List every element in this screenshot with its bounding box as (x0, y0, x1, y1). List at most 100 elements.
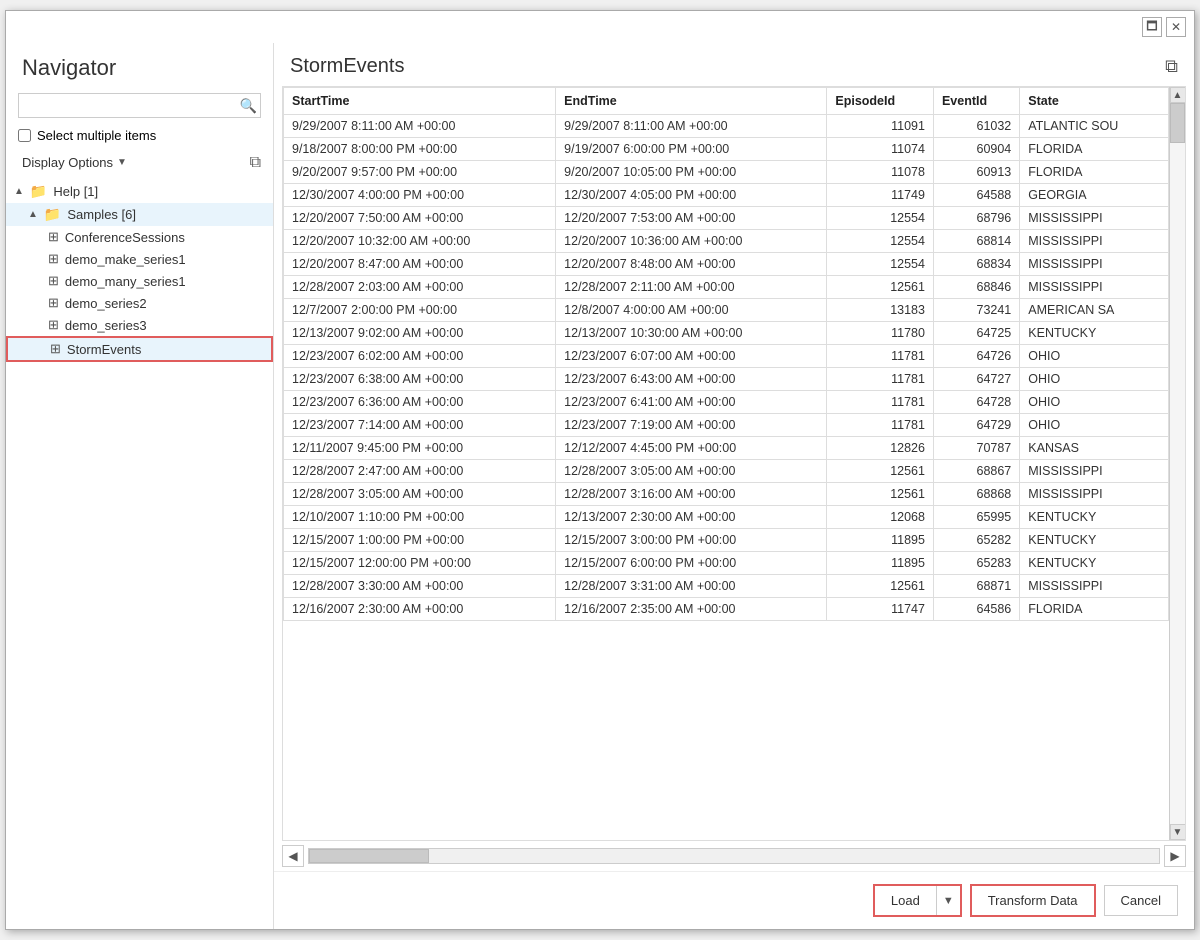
table-cell: 65995 (933, 506, 1019, 529)
table-cell: 64729 (933, 414, 1019, 437)
cancel-button[interactable]: Cancel (1104, 885, 1178, 916)
left-panel: Navigator 🔍 Select multiple items Displa… (6, 43, 274, 929)
table-cell: 11078 (827, 161, 934, 184)
scroll-up-button[interactable]: ▲ (1170, 87, 1186, 103)
table-cell: 9/29/2007 8:11:00 AM +00:00 (284, 115, 556, 138)
search-icon-button[interactable]: 🔍 (240, 97, 257, 114)
scroll-right-button[interactable]: ▶ (1164, 845, 1186, 867)
table-cell: 11895 (827, 552, 934, 575)
table-cell: FLORIDA (1020, 598, 1169, 621)
search-box-wrap: 🔍 (6, 89, 273, 126)
table-cell: AMERICAN SA (1020, 299, 1169, 322)
table-cell: 12/23/2007 7:14:00 AM +00:00 (284, 414, 556, 437)
load-button-wrap: Load ▼ (873, 884, 962, 917)
table-cell: 12/15/2007 3:00:00 PM +00:00 (556, 529, 827, 552)
table-cell: 11074 (827, 138, 934, 161)
tree-item-demo-series2[interactable]: ⊞ demo_series2 (6, 292, 273, 314)
tree-item-help[interactable]: ▲ 📁 Help [1] (6, 180, 273, 203)
select-multiple-row: Select multiple items (6, 126, 273, 149)
table-cell: 12/28/2007 3:05:00 AM +00:00 (556, 460, 827, 483)
tree-view: ▲ 📁 Help [1] ▲ 📁 Samples [6] ⊞ Conferenc… (6, 178, 273, 929)
tree-item-demo-series3[interactable]: ⊞ demo_series3 (6, 314, 273, 336)
table-cell: 11895 (827, 529, 934, 552)
display-options-arrow: ▼ (117, 157, 127, 168)
table-cell: 12/13/2007 9:02:00 AM +00:00 (284, 322, 556, 345)
table-cell: 64588 (933, 184, 1019, 207)
table-cell: 68868 (933, 483, 1019, 506)
table-body: 9/29/2007 8:11:00 AM +00:009/29/2007 8:1… (284, 115, 1169, 621)
scroll-track[interactable] (1170, 103, 1185, 824)
table-cell: GEORGIA (1020, 184, 1169, 207)
search-input[interactable] (18, 93, 261, 118)
tree-label-demo-series3: demo_series3 (65, 318, 147, 333)
expand-arrow-samples: ▲ (28, 209, 38, 220)
table-cell: 12/28/2007 2:03:00 AM +00:00 (284, 276, 556, 299)
display-options-button[interactable]: Display Options ▼ (18, 153, 131, 172)
table-cell: 12/28/2007 2:47:00 AM +00:00 (284, 460, 556, 483)
table-cell: 12/20/2007 10:36:00 AM +00:00 (556, 230, 827, 253)
table-cell: MISSISSIPPI (1020, 207, 1169, 230)
folder-icon-help: 📁 (30, 183, 47, 200)
table-cell: ATLANTIC SOU (1020, 115, 1169, 138)
table-cell: 12/15/2007 6:00:00 PM +00:00 (556, 552, 827, 575)
table-cell: 12/23/2007 6:41:00 AM +00:00 (556, 391, 827, 414)
col-header-starttime: StartTime (284, 88, 556, 115)
table-cell: 12/16/2007 2:30:00 AM +00:00 (284, 598, 556, 621)
table-cell: KANSAS (1020, 437, 1169, 460)
right-panel-title: StormEvents (290, 55, 404, 78)
table-cell: 11781 (827, 414, 934, 437)
table-row: 12/28/2007 3:30:00 AM +00:0012/28/2007 3… (284, 575, 1169, 598)
table-cell: 12/8/2007 4:00:00 AM +00:00 (556, 299, 827, 322)
refresh-icon-button[interactable]: ⧉ (250, 154, 261, 172)
scroll-left-button[interactable]: ◀ (282, 845, 304, 867)
table-cell: MISSISSIPPI (1020, 483, 1169, 506)
table-row: 12/15/2007 12:00:00 PM +00:0012/15/2007 … (284, 552, 1169, 575)
load-button[interactable]: Load (875, 886, 937, 915)
data-table: StartTime EndTime EpisodeId EventId Stat… (283, 87, 1169, 621)
search-wrap: 🔍 (18, 93, 261, 118)
vertical-scrollbar[interactable]: ▲ ▼ (1169, 87, 1185, 840)
close-button[interactable]: ✕ (1166, 17, 1186, 37)
table-cell: 12826 (827, 437, 934, 460)
tree-item-demo-many-series1[interactable]: ⊞ demo_many_series1 (6, 270, 273, 292)
table-cell: 12068 (827, 506, 934, 529)
tree-item-samples[interactable]: ▲ 📁 Samples [6] (6, 203, 273, 226)
table-cell: 12/20/2007 7:53:00 AM +00:00 (556, 207, 827, 230)
h-scroll-track[interactable] (308, 848, 1160, 864)
tree-label-demo-many-series1: demo_many_series1 (65, 274, 186, 289)
col-header-endtime: EndTime (556, 88, 827, 115)
tree-label-demo-series2: demo_series2 (65, 296, 147, 311)
tree-item-demo-make-series1[interactable]: ⊞ demo_make_series1 (6, 248, 273, 270)
transform-data-button[interactable]: Transform Data (970, 884, 1096, 917)
tree-item-stormevents[interactable]: ⊞ StormEvents (6, 336, 273, 362)
table-cell: 12/13/2007 10:30:00 AM +00:00 (556, 322, 827, 345)
select-multiple-checkbox[interactable] (18, 129, 31, 142)
table-icon-demo-series3: ⊞ (48, 317, 59, 333)
table-cell: 12/23/2007 6:36:00 AM +00:00 (284, 391, 556, 414)
load-dropdown-button[interactable]: ▼ (937, 886, 960, 915)
table-row: 12/20/2007 7:50:00 AM +00:0012/20/2007 7… (284, 207, 1169, 230)
table-cell: 11781 (827, 368, 934, 391)
table-cell: 11780 (827, 322, 934, 345)
table-cell: KENTUCKY (1020, 552, 1169, 575)
table-row: 12/23/2007 6:38:00 AM +00:0012/23/2007 6… (284, 368, 1169, 391)
title-bar: 🗖 ✕ (6, 11, 1194, 43)
table-cell: 12/7/2007 2:00:00 PM +00:00 (284, 299, 556, 322)
table-cell: 12/20/2007 8:47:00 AM +00:00 (284, 253, 556, 276)
table-cell: 9/18/2007 8:00:00 PM +00:00 (284, 138, 556, 161)
scroll-down-button[interactable]: ▼ (1170, 824, 1186, 840)
minimize-button[interactable]: 🗖 (1142, 17, 1162, 37)
table-cell: 12/23/2007 6:38:00 AM +00:00 (284, 368, 556, 391)
table-cell: 11747 (827, 598, 934, 621)
table-cell: 12/13/2007 2:30:00 AM +00:00 (556, 506, 827, 529)
table-row: 12/13/2007 9:02:00 AM +00:0012/13/2007 1… (284, 322, 1169, 345)
tree-label-stormevents: StormEvents (67, 342, 141, 357)
export-icon[interactable]: ⧉ (1165, 56, 1178, 77)
tree-item-conferencesessions[interactable]: ⊞ ConferenceSessions (6, 226, 273, 248)
table-inner-scroll[interactable]: StartTime EndTime EpisodeId EventId Stat… (283, 87, 1169, 840)
table-cell: 12/16/2007 2:35:00 AM +00:00 (556, 598, 827, 621)
scroll-thumb[interactable] (1170, 103, 1185, 143)
h-scroll-thumb[interactable] (309, 849, 429, 863)
tree-label-samples: Samples [6] (67, 207, 136, 222)
table-cell: 12/28/2007 3:16:00 AM +00:00 (556, 483, 827, 506)
